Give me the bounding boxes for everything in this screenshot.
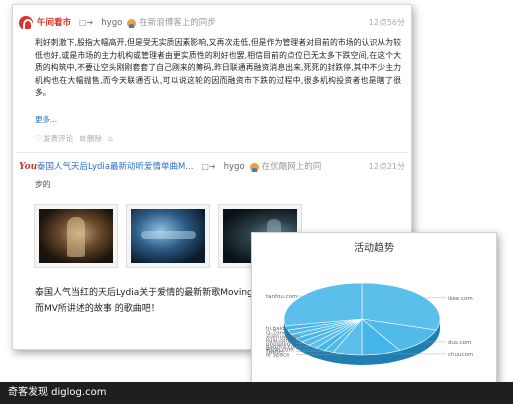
video-thumbnail[interactable] [126, 204, 210, 268]
divider [17, 152, 407, 153]
post-body: 利好刺激下,股指大幅高开,但是受无实质因素影响,又再次走低,但是作为管理者对目前… [35, 38, 401, 97]
user-name[interactable]: hygo [101, 15, 122, 31]
pie-label: hi.baidu [266, 326, 288, 332]
video-thumbnail[interactable] [34, 204, 118, 268]
pie-slice [283, 282, 363, 327]
pie-label: tanfou.com [266, 294, 297, 300]
post-header: You 泰国人气天后Lydia最新动听爱情单曲M... □➔ hygo 在优酷网… [19, 159, 405, 175]
user-icon [127, 18, 137, 28]
comment-icon: ♡ [35, 134, 43, 143]
pie-label: chuucom [448, 352, 473, 358]
pie-label: dus.com [448, 340, 471, 346]
feed-post: 午间看市 □➔ hygo 在新浪博客上的同步 12点56分 利好刺激下,股指大幅… [13, 9, 411, 151]
comment-action[interactable]: ♡发表评论 [35, 133, 73, 144]
pin-icon[interactable]: ⌂ [108, 134, 113, 143]
pie-chart: ikee.comdus.comchuucomie SpaceTwitterFli… [265, 282, 473, 365]
forward-arrow-icon: □➔ [79, 18, 94, 27]
user-name[interactable]: hygo [224, 159, 245, 175]
post-header: 午间看市 □➔ hygo 在新浪博客上的同步 12点56分 [19, 15, 405, 31]
delete-icon: ⊠ [79, 134, 86, 143]
pie-label: ikee.com [448, 296, 473, 302]
source-avatar-icon[interactable] [19, 16, 33, 31]
sync-text: 在新浪博客上的同步 [139, 18, 216, 28]
post-time: 12点21分 [368, 162, 405, 171]
forward-arrow-icon: □➔ [201, 162, 216, 171]
post-sub: 步的 [35, 180, 51, 189]
sync-text: 在优酷网上的同 [261, 162, 322, 172]
activity-chart-card: 活动趋势 ikee.com dus.com chuucom ie Space Twitt… [251, 232, 497, 390]
source-name[interactable]: 午间看市 [37, 15, 71, 31]
delete-action[interactable]: ⊠删除 [79, 133, 102, 144]
more-link[interactable]: 更多... [35, 114, 57, 125]
source-name[interactable]: 泰国人气天后Lydia最新动听爱情单曲M... [37, 159, 193, 175]
post-time: 12点56分 [368, 18, 405, 27]
user-icon [249, 162, 259, 172]
youku-logo-icon[interactable]: You [19, 160, 37, 174]
watermark: 奇客发现 diglog.com [0, 382, 513, 404]
post-actions: ♡发表评论 ⊠删除 ⌂ [35, 133, 114, 144]
